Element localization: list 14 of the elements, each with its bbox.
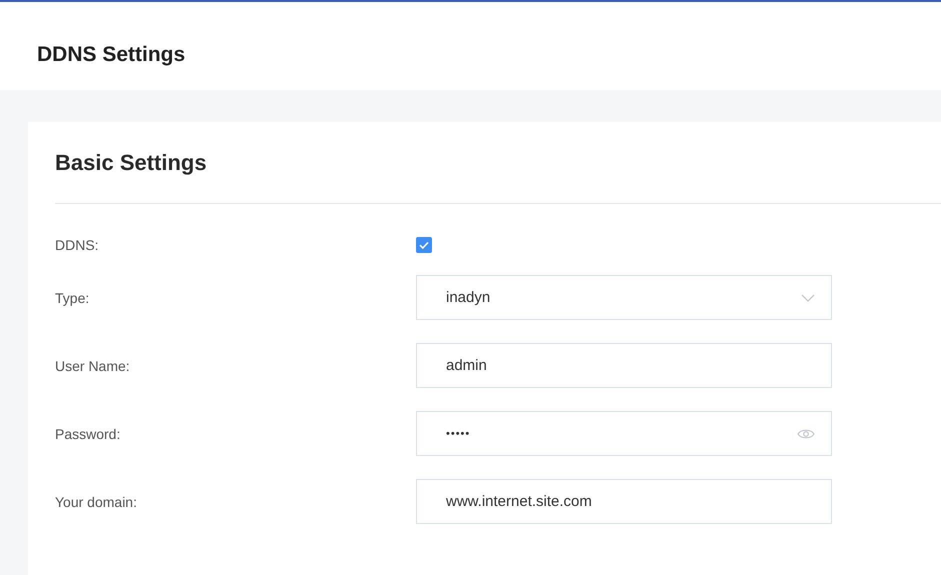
input-field[interactable]: admin [416, 343, 832, 388]
chevron-down-icon [801, 294, 815, 302]
field-label: Type: [55, 290, 90, 306]
field-label: Password: [55, 426, 122, 442]
eye-icon[interactable] [797, 428, 815, 440]
checkbox[interactable] [416, 237, 432, 253]
page-title: DDNS Settings [37, 43, 186, 67]
section-title: Basic Settings [55, 150, 207, 176]
field-label: Your domain: [55, 494, 138, 510]
input-field[interactable]: www.internet.site.com [416, 479, 832, 524]
type-select[interactable]: inadyn [416, 275, 832, 320]
password-field[interactable]: ••••• [416, 411, 832, 456]
field-label: User Name: [55, 358, 131, 374]
field-label: DDNS: [55, 237, 100, 253]
